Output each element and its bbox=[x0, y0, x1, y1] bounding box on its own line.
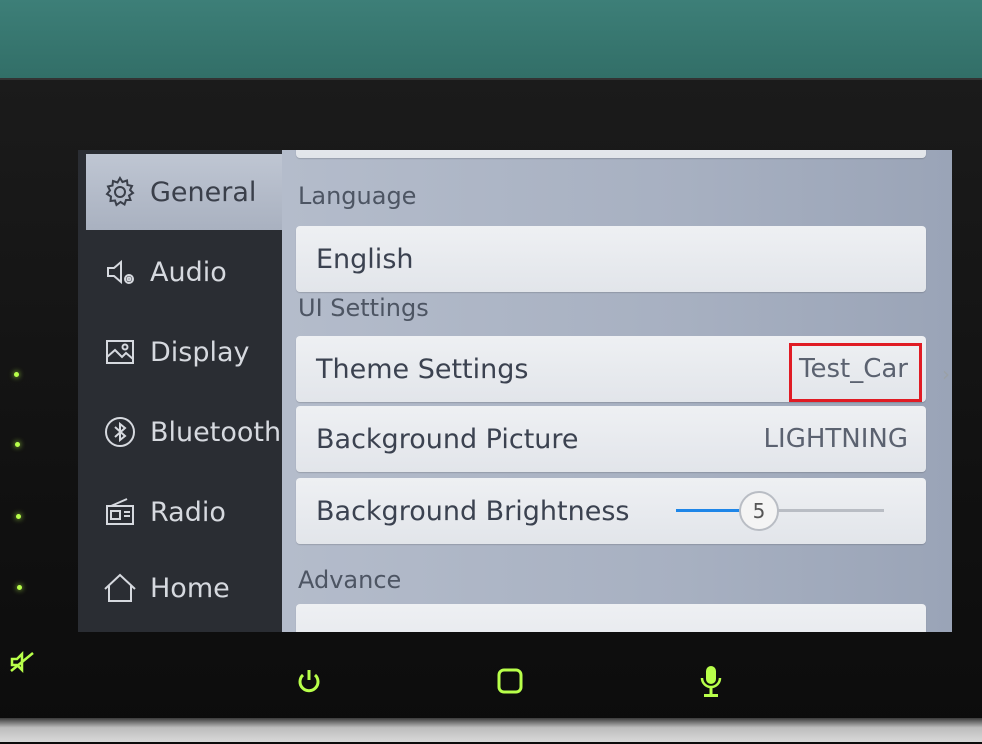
settings-sidebar: General Audio Display Bluetooth Radio Ho… bbox=[78, 150, 282, 632]
language-row[interactable]: English bbox=[296, 226, 926, 292]
home-button-icon[interactable] bbox=[493, 664, 527, 698]
microphone-icon[interactable] bbox=[694, 662, 728, 700]
advance-row-partial[interactable] bbox=[296, 604, 926, 632]
background-brightness-row: Background Brightness 5 bbox=[296, 478, 926, 544]
device-bottom-edge bbox=[0, 718, 982, 742]
sidebar-item-radio[interactable]: Radio bbox=[86, 474, 282, 550]
sidebar-item-general[interactable]: General bbox=[86, 154, 282, 230]
sidebar-item-label: Bluetooth bbox=[150, 416, 282, 448]
theme-settings-label: Theme Settings bbox=[316, 353, 529, 385]
sidebar-item-audio[interactable]: Audio bbox=[86, 234, 282, 310]
brightness-slider-thumb[interactable]: 5 bbox=[739, 491, 779, 531]
sidebar-item-label: Display bbox=[150, 336, 250, 368]
radio-icon bbox=[100, 492, 140, 532]
brightness-slider[interactable] bbox=[676, 509, 884, 512]
highlight-box bbox=[789, 343, 922, 402]
sidebar-item-label: Audio bbox=[150, 256, 227, 288]
sidebar-item-display[interactable]: Display bbox=[86, 314, 282, 390]
background-picture-row[interactable]: Background Picture LIGHTNING bbox=[296, 406, 926, 472]
indicator-led bbox=[14, 372, 19, 377]
section-title-ui-settings: UI Settings bbox=[298, 294, 429, 322]
sidebar-item-label: General bbox=[150, 176, 257, 208]
display-icon bbox=[100, 332, 140, 372]
sidebar-item-label: Radio bbox=[150, 496, 226, 528]
mute-icon[interactable] bbox=[8, 648, 36, 676]
chevron-right-icon[interactable]: › bbox=[942, 362, 950, 386]
background-brightness-label: Background Brightness bbox=[316, 495, 630, 527]
section-title-language: Language bbox=[298, 182, 417, 210]
bluetooth-icon bbox=[100, 412, 140, 452]
language-value: English bbox=[316, 243, 414, 275]
background-picture-label: Background Picture bbox=[316, 423, 579, 455]
speaker-icon bbox=[100, 252, 140, 292]
sidebar-item-bluetooth[interactable]: Bluetooth bbox=[86, 394, 282, 470]
gear-icon bbox=[100, 172, 140, 212]
indicator-led bbox=[16, 514, 21, 519]
sidebar-item-label: Home bbox=[150, 572, 230, 604]
indicator-led bbox=[17, 585, 22, 590]
settings-row-partial[interactable] bbox=[296, 150, 926, 158]
background-picture-value: LIGHTNING bbox=[763, 424, 908, 454]
power-icon[interactable] bbox=[292, 664, 326, 698]
indicator-led bbox=[15, 442, 20, 447]
sidebar-item-home[interactable]: Home bbox=[86, 550, 282, 626]
section-title-advance: Advance bbox=[298, 566, 402, 594]
home-icon bbox=[100, 568, 140, 608]
